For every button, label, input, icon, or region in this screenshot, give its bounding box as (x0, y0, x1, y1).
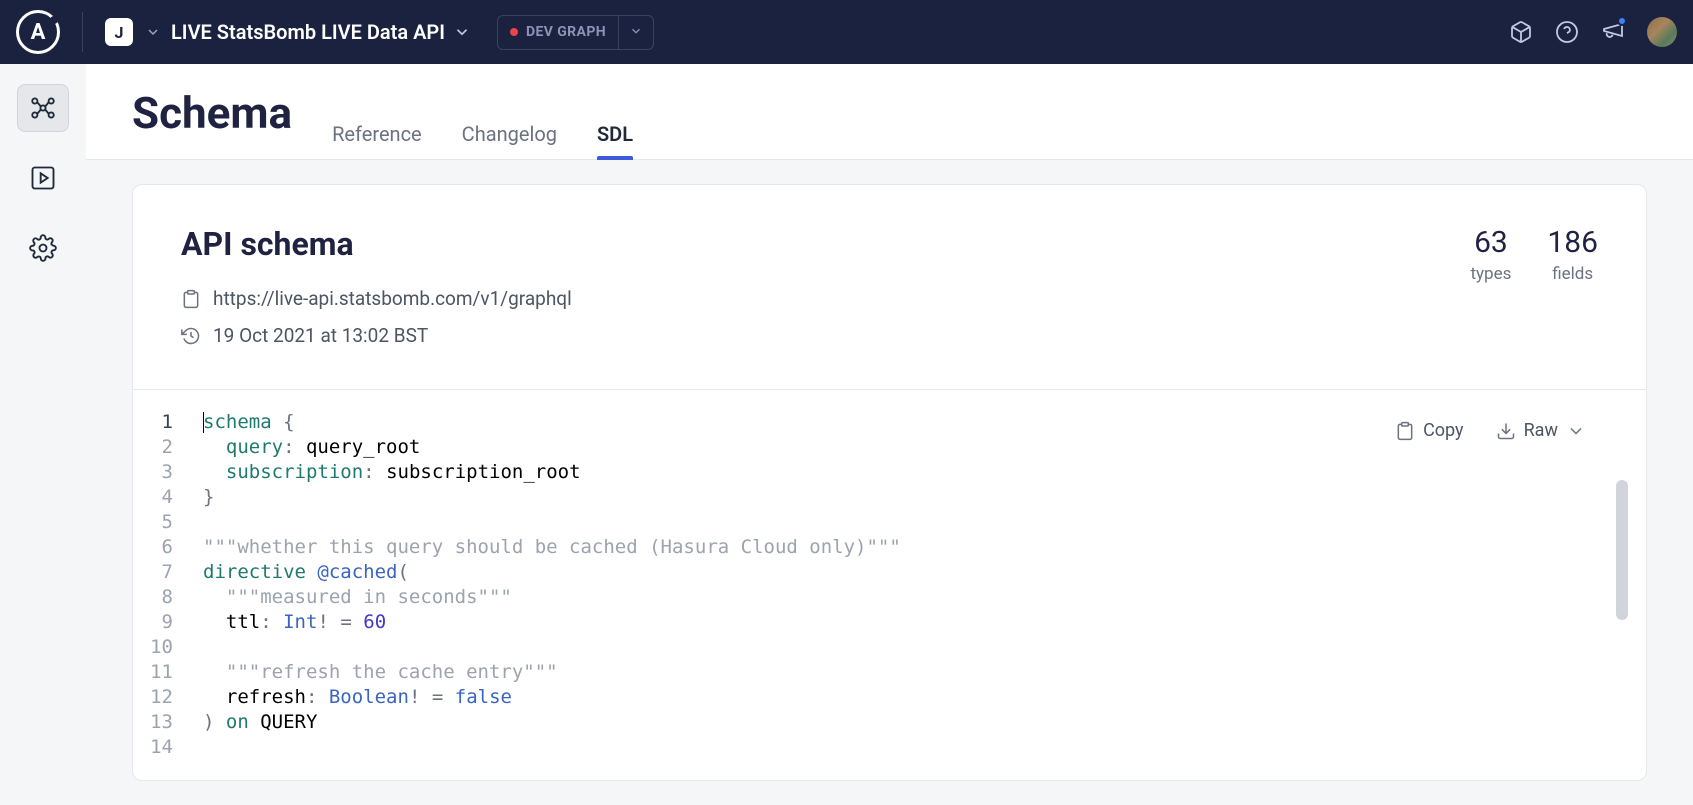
timestamp: 19 Oct 2021 at 13:02 BST (213, 324, 428, 347)
schema-title: API schema (181, 225, 572, 263)
page-header: Schema Reference Changelog SDL (86, 64, 1693, 160)
code-content[interactable]: schema { query: query_root subscription:… (203, 410, 1598, 760)
sidebar (0, 64, 86, 805)
divider (82, 12, 83, 52)
apollo-logo[interactable]: A (16, 10, 60, 54)
status-dot-icon (510, 28, 518, 36)
schema-stats: 63 types 186 fields (1470, 225, 1598, 284)
types-count: 63 (1470, 225, 1511, 260)
tab-changelog[interactable]: Changelog (462, 109, 557, 159)
code-editor[interactable]: 1234567891011121314 schema { query: quer… (133, 410, 1598, 760)
graph-icon (29, 94, 57, 122)
announcements-button[interactable] (1601, 18, 1625, 46)
cursor (203, 412, 204, 433)
org-badge[interactable]: J (105, 18, 133, 46)
history-icon (181, 326, 201, 346)
gear-icon (29, 234, 57, 262)
copy-button[interactable]: Copy (1395, 420, 1464, 441)
types-label: types (1470, 264, 1511, 284)
graph-name[interactable]: LIVE StatsBomb LIVE Data API (171, 20, 445, 44)
tabs: Reference Changelog SDL (332, 109, 633, 159)
code-panel: Copy Raw 1234567891011121314 schema { qu… (133, 390, 1646, 780)
sidebar-schema-button[interactable] (17, 84, 69, 132)
endpoint-row: https://live-api.statsbomb.com/v1/graphq… (181, 287, 572, 310)
page-title: Schema (132, 87, 292, 139)
fields-label: fields (1547, 264, 1598, 284)
env-label: DEV GRAPH (526, 24, 606, 40)
download-icon (1496, 421, 1516, 441)
graph-chevron-down-icon[interactable] (453, 23, 471, 41)
clipboard-icon[interactable] (181, 289, 201, 309)
tab-reference[interactable]: Reference (332, 109, 422, 159)
endpoint-url: https://live-api.statsbomb.com/v1/graphq… (213, 287, 572, 310)
chevron-down-icon (1566, 421, 1586, 441)
avatar[interactable] (1647, 17, 1677, 47)
scrollbar[interactable] (1616, 480, 1628, 620)
fields-count: 186 (1547, 225, 1598, 260)
tab-sdl[interactable]: SDL (597, 109, 633, 159)
schema-card: API schema https://live-api.statsbomb.co… (132, 184, 1647, 781)
notification-dot (1617, 16, 1627, 26)
env-chevron-down-icon[interactable] (618, 16, 653, 49)
org-chevron-down-icon[interactable] (145, 24, 161, 40)
play-square-icon (29, 164, 57, 192)
env-selector[interactable]: DEV GRAPH (497, 15, 654, 50)
top-nav: A J LIVE StatsBomb LIVE Data API DEV GRA… (0, 0, 1693, 64)
sidebar-settings-button[interactable] (17, 224, 69, 272)
cube-icon[interactable] (1509, 20, 1533, 44)
line-gutter: 1234567891011121314 (133, 410, 203, 760)
raw-button[interactable]: Raw (1496, 420, 1586, 441)
sidebar-explorer-button[interactable] (17, 154, 69, 202)
help-icon[interactable] (1555, 20, 1579, 44)
timestamp-row: 19 Oct 2021 at 13:02 BST (181, 324, 572, 347)
clipboard-icon (1395, 421, 1415, 441)
